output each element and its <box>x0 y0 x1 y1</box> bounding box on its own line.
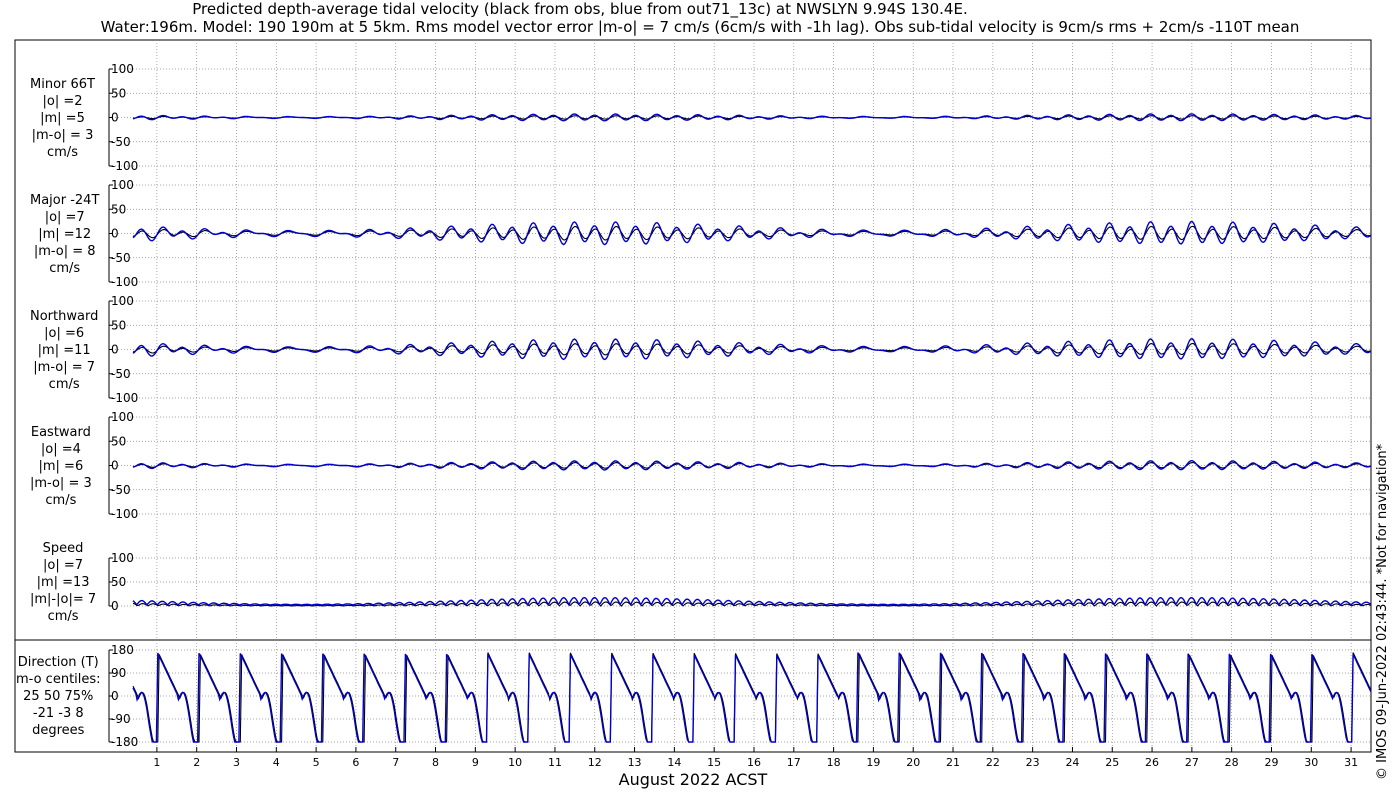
y-tick-label: 50 <box>111 86 126 100</box>
x-tick-label: 26 <box>1145 756 1159 769</box>
y-tick-label: 100 <box>111 178 134 192</box>
series-model-major-24t <box>132 220 1372 246</box>
x-tick-label: 23 <box>1026 756 1040 769</box>
x-tick-label: 12 <box>588 756 602 769</box>
y-tick-label: 0 <box>111 689 119 703</box>
y-tick-label: 100 <box>111 62 134 76</box>
x-tick-label: 10 <box>508 756 522 769</box>
y-tick-label: -100 <box>111 159 138 173</box>
y-tick-label: -50 <box>111 483 131 497</box>
y-tick-label: 0 <box>111 459 119 473</box>
x-tick-label: 28 <box>1225 756 1239 769</box>
x-tick-label: 3 <box>233 756 240 769</box>
x-tick-label: 6 <box>352 756 359 769</box>
x-tick-label: 17 <box>787 756 801 769</box>
y-tick-label: -50 <box>111 135 131 149</box>
credit-text: © IMOS 09-Jun-2022 02:43:44. *Not for na… <box>1375 443 1390 780</box>
chart-area: 1 2 3 4 5 6 7 8 9 10 11 12 13 14 15 16 17 18 19 20 21 22 23 24 2… <box>14 39 1372 769</box>
series-obs-direction-t- <box>132 652 1372 743</box>
y-tick-label: -100 <box>111 391 138 405</box>
x-tick-label: 7 <box>392 756 399 769</box>
x-tick-label: 15 <box>707 756 721 769</box>
y-tick-label: 0 <box>111 599 119 613</box>
x-tick-label: 2 <box>193 756 200 769</box>
x-tick-label: 11 <box>548 756 562 769</box>
series-model-direction-t- <box>132 652 1372 743</box>
x-tick-label: 25 <box>1105 756 1119 769</box>
x-tick-label: 16 <box>747 756 761 769</box>
y-tick-label: -90 <box>111 712 131 726</box>
x-tick-label: 19 <box>866 756 880 769</box>
y-tick-label: -50 <box>111 367 131 381</box>
x-tick-label: 21 <box>946 756 960 769</box>
y-tick-label: 0 <box>111 343 119 357</box>
y-tick-label: 90 <box>111 666 126 680</box>
x-tick-label: 14 <box>667 756 681 769</box>
y-tick-label: -50 <box>111 251 131 265</box>
y-tick-label: 0 <box>111 227 119 241</box>
x-tick-label: 29 <box>1264 756 1278 769</box>
y-tick-label: 100 <box>111 410 134 424</box>
y-tick-label: 50 <box>111 434 126 448</box>
x-tick-label: 31 <box>1344 756 1358 769</box>
y-tick-label: 0 <box>111 111 119 125</box>
x-axis-label: August 2022 ACST <box>618 770 768 789</box>
y-tick-label: 100 <box>111 294 134 308</box>
x-tick-label: 1 <box>153 756 160 769</box>
y-tick-label: 100 <box>111 551 134 565</box>
x-tick-label: 8 <box>432 756 439 769</box>
x-tick-label: 4 <box>273 756 280 769</box>
x-tick-label: 5 <box>313 756 320 769</box>
x-tick-label: 22 <box>986 756 1000 769</box>
x-tick-label: 24 <box>1065 756 1079 769</box>
upper-frame <box>14 39 1372 641</box>
x-tick-label: 13 <box>628 756 642 769</box>
x-tick-label: 9 <box>472 756 479 769</box>
y-tick-label: 50 <box>111 575 126 589</box>
y-tick-label: -100 <box>111 275 138 289</box>
y-tick-label: -100 <box>111 507 138 521</box>
y-tick-label: 50 <box>111 318 126 332</box>
x-tick-label: 27 <box>1185 756 1199 769</box>
x-tick-label: 30 <box>1304 756 1318 769</box>
x-tick-label: 20 <box>906 756 920 769</box>
x-tick-label: 18 <box>827 756 841 769</box>
y-tick-label: 50 <box>111 202 126 216</box>
y-tick-label: 180 <box>111 643 134 657</box>
y-tick-label: -180 <box>111 735 138 749</box>
